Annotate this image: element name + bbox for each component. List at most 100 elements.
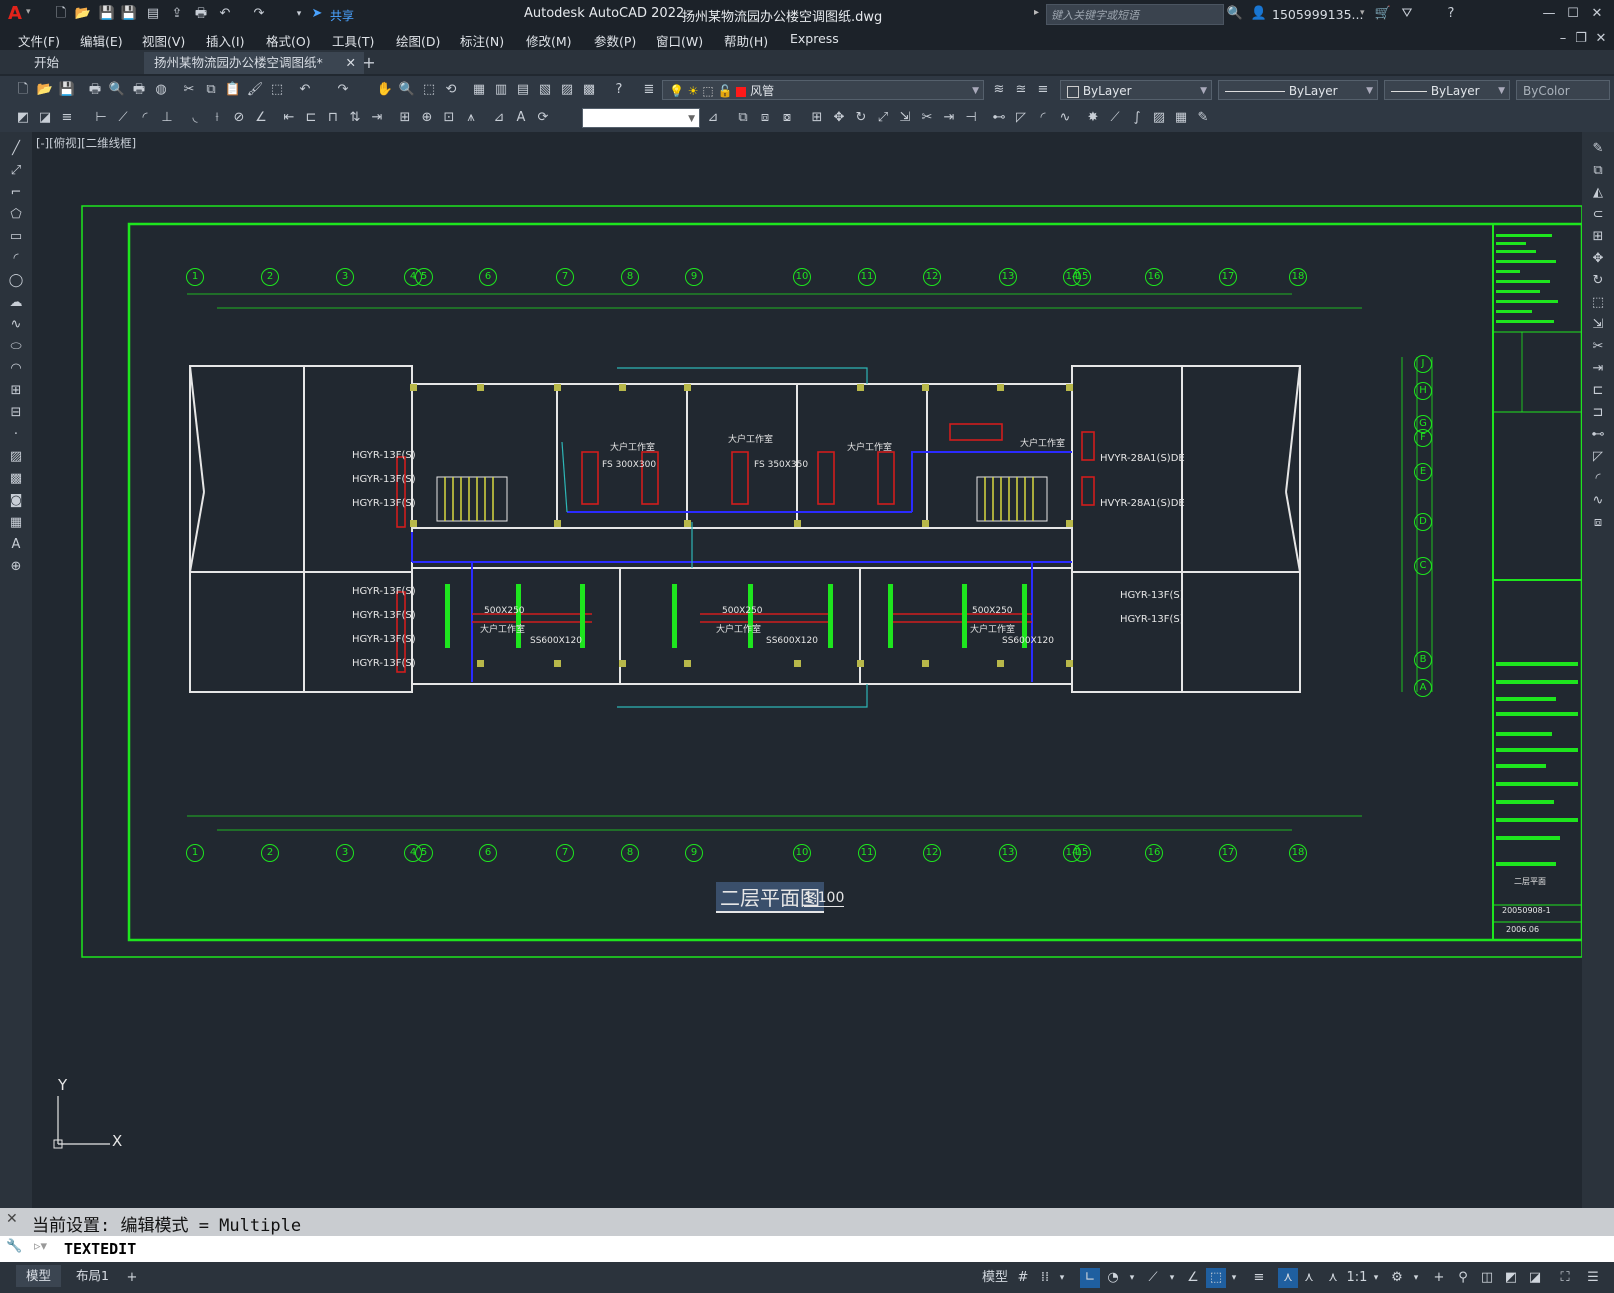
insert-block-icon[interactable]: ⊞ (7, 382, 25, 400)
edit-spline-icon[interactable]: ∫ (1128, 109, 1146, 127)
plot-preview-icon[interactable]: 🔍 (108, 81, 126, 99)
chevron-down-icon[interactable]: ▾ (1166, 1268, 1178, 1288)
dim-angular-icon[interactable]: ∠ (252, 109, 270, 127)
layer-dropdown[interactable]: 💡 ☀ ⬚ 🔓 风管 ▼ (662, 80, 984, 100)
region-icon[interactable]: ◙ (7, 492, 25, 510)
doc-minimize-icon[interactable]: – (1554, 30, 1572, 48)
chevron-down-icon[interactable]: ▾ (1126, 1268, 1138, 1288)
dim-text-edit-icon[interactable]: A (512, 109, 530, 127)
center-mark-icon[interactable]: ⊕ (418, 109, 436, 127)
stretch-icon[interactable]: ⇲ (896, 109, 914, 127)
ellipse-icon[interactable]: ⬭ (7, 338, 25, 356)
rectangle-icon[interactable]: ▭ (7, 228, 25, 246)
sheetset-icon[interactable]: ▧ (536, 81, 554, 99)
construction-line-icon[interactable]: ⤢ (7, 162, 25, 180)
rotate-icon[interactable]: ↻ (1589, 272, 1607, 290)
scale-icon[interactable]: ⬚ (1589, 294, 1607, 312)
command-input[interactable]: TEXTEDIT (64, 1240, 136, 1258)
blend-icon[interactable]: ∿ (1589, 492, 1607, 510)
chevron-down-icon[interactable]: ▼ (688, 109, 695, 129)
hatch-icon[interactable]: ▨ (7, 448, 25, 466)
chamfer-icon[interactable]: ◸ (1589, 448, 1607, 466)
wrench-icon[interactable]: 🔧 (6, 1239, 22, 1254)
polar-icon[interactable]: ◔ (1104, 1268, 1122, 1288)
publish-icon[interactable]: 🖶 (130, 81, 148, 99)
menu-help[interactable]: 帮助(H) (724, 31, 768, 50)
edit-hatch-icon[interactable]: ▨ (1150, 109, 1168, 127)
trim-icon[interactable]: ✂ (918, 109, 936, 127)
new-icon[interactable]: 🗋 (52, 5, 70, 23)
layer-unisolate-icon[interactable]: ≡ (58, 109, 76, 127)
copy-object-icon[interactable]: ⧉ (734, 109, 752, 127)
join-icon[interactable]: ⊷ (990, 109, 1008, 127)
annotation-scale-icon[interactable]: ⋏ (1324, 1268, 1342, 1288)
share-icon[interactable]: ➤ (308, 5, 326, 23)
point-icon[interactable]: · (7, 426, 25, 444)
trim-icon[interactable]: ✂ (1589, 338, 1607, 356)
new-icon[interactable]: 🗋 (14, 81, 32, 99)
layer-states-icon[interactable]: ≡ (1034, 81, 1052, 99)
save-web-icon[interactable]: ⇪ (168, 5, 186, 23)
rotate-icon[interactable]: ↻ (852, 109, 870, 127)
block-editor-icon[interactable]: ⬚ (268, 81, 286, 99)
mtext-icon[interactable]: A (7, 536, 25, 554)
isodraft-icon[interactable]: ⟋ (1144, 1268, 1162, 1288)
dim-linear-icon[interactable]: ⊢ (92, 109, 110, 127)
help-search-input[interactable]: 键入关键字或短语 (1046, 4, 1224, 25)
menu-insert[interactable]: 插入(I) (206, 31, 244, 50)
redo-icon[interactable]: ↷ (250, 5, 268, 23)
zoom-previous-icon[interactable]: ⟲ (442, 81, 460, 99)
edit-attribute-icon[interactable]: ✎ (1194, 109, 1212, 127)
3d-print-icon[interactable]: ◍ (152, 81, 170, 99)
paste-icon[interactable]: 📋 (224, 81, 242, 99)
cut-icon[interactable]: ✂ (180, 81, 198, 99)
redo-icon[interactable]: ↷ (334, 81, 352, 99)
line-icon[interactable]: ╱ (7, 140, 25, 158)
layer-iso-icon[interactable]: ◪ (36, 109, 54, 127)
design-center-icon[interactable]: ▥ (492, 81, 510, 99)
open-icon[interactable]: 📂 (74, 5, 92, 23)
arrow-right-icon[interactable]: ▸ (1034, 7, 1039, 18)
osnap-icon[interactable]: ⬚ (1206, 1268, 1226, 1288)
blend-icon[interactable]: ∿ (1056, 109, 1074, 127)
chevron-down-icon[interactable]: ▾ (1228, 1268, 1240, 1288)
calculator-icon[interactable]: ▩ (580, 81, 598, 99)
spline-icon[interactable]: ∿ (7, 316, 25, 334)
annotation-visibility-icon[interactable]: ⋏ (1278, 1268, 1298, 1288)
menu-window[interactable]: 窗口(W) (656, 31, 703, 50)
properties-icon[interactable]: ▦ (470, 81, 488, 99)
help-icon[interactable]: ? (610, 81, 628, 99)
save-icon[interactable]: 💾 (98, 5, 116, 23)
extend-icon[interactable]: ⇥ (1589, 360, 1607, 378)
menu-edit[interactable]: 编辑(E) (80, 31, 123, 50)
stretch-icon[interactable]: ⇲ (1589, 316, 1607, 334)
mirror-icon[interactable]: ◭ (1589, 184, 1607, 202)
add-layout-plus-icon[interactable]: + (124, 1268, 140, 1288)
chevron-down-icon[interactable]: ▼ (1498, 81, 1505, 101)
cart-icon[interactable]: 🛒 (1374, 5, 1392, 23)
dim-aligned-icon[interactable]: ⟋ (114, 109, 132, 127)
tab-layout1[interactable]: 布局1 (66, 1265, 119, 1287)
mirror-icon[interactable]: ⧈ (756, 109, 774, 127)
jogged-linear-icon[interactable]: ⩚ (462, 109, 480, 127)
dim-style-dropdown[interactable]: ▼ (582, 108, 700, 128)
plus-icon[interactable]: + (1430, 1268, 1448, 1288)
plotstyle-dropdown[interactable]: ByColor (1516, 80, 1610, 100)
edit-array-icon[interactable]: ▦ (1172, 109, 1190, 127)
quick-dim-icon[interactable]: ⇤ (280, 109, 298, 127)
layer-viewport-icon[interactable]: ⬚ (702, 84, 713, 98)
dim-arc-icon[interactable]: ◜ (136, 109, 154, 127)
otrack-icon[interactable]: ∠ (1184, 1268, 1202, 1288)
save-as-icon[interactable]: 💾 (120, 5, 138, 23)
make-current-layer-icon[interactable]: ≋ (990, 81, 1008, 99)
command-close-icon[interactable]: ✕ (6, 1211, 18, 1227)
dim-break-icon[interactable]: ⇥ (368, 109, 386, 127)
doc-restore-icon[interactable]: ❐ (1572, 30, 1590, 48)
maximize-icon[interactable]: ☐ (1564, 5, 1582, 23)
chevron-down-icon[interactable]: ▾ (1410, 1268, 1422, 1288)
clean-screen-icon[interactable]: ⛶ (1556, 1268, 1574, 1288)
snap-icon[interactable]: ⁞⁞ (1036, 1268, 1054, 1288)
chevron-down-icon[interactable]: ▾ (1370, 1268, 1382, 1288)
auto-scale-icon[interactable]: ⋏ (1300, 1268, 1318, 1288)
scale-icon[interactable]: ⤢ (874, 109, 892, 127)
